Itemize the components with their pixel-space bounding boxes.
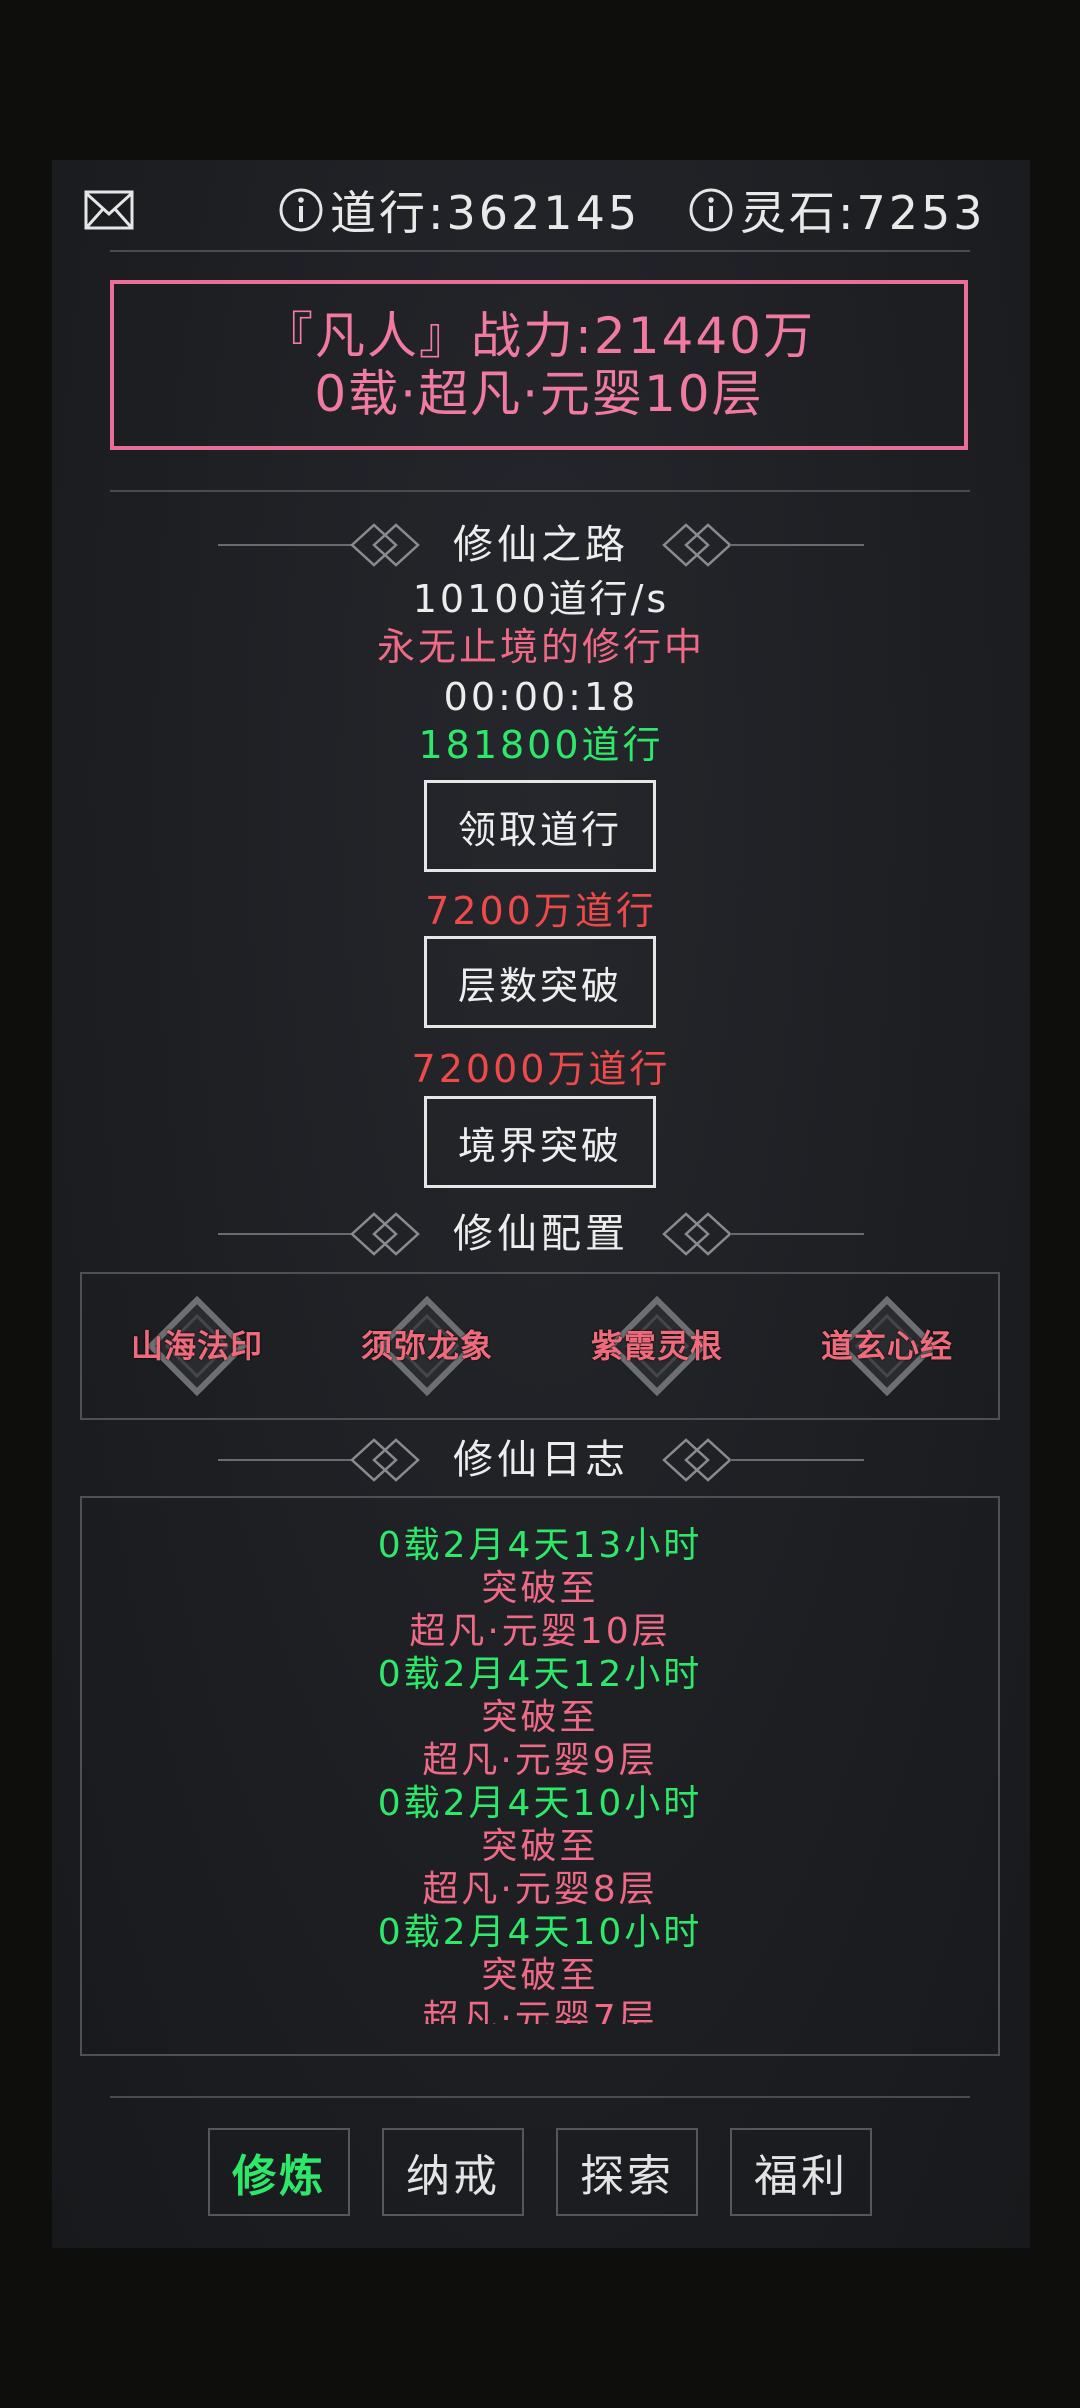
config-label: 道玄心经	[820, 1327, 953, 1365]
game-panel: 道行:362145 灵石:7253 『凡人』战力:21440万 0载·超凡·元婴…	[52, 160, 1030, 2248]
cultivation-status: 永无止境的修行中	[376, 625, 705, 669]
config-item-scripture[interactable]: 道玄心经	[772, 1274, 1002, 1418]
spirit-stone-value: 灵石:7253	[740, 186, 986, 240]
info-icon[interactable]	[688, 187, 734, 233]
config-label: 须弥龙象	[360, 1327, 493, 1365]
log-action: 突破至	[481, 1568, 599, 1609]
log-time: 0载2月4天10小时	[377, 1783, 703, 1824]
nav-welfare[interactable]: 福利	[730, 2128, 872, 2216]
layer-cost: 7200万道行	[425, 889, 657, 933]
realm-breakthrough-button[interactable]: 境界突破	[424, 1096, 656, 1188]
log-action: 突破至	[481, 1955, 599, 1996]
dao-value: 道行:362145	[330, 186, 641, 240]
collect-dao-button[interactable]: 领取道行	[424, 780, 656, 872]
log-result: 超凡·元婴8层	[422, 1869, 658, 1910]
section-title: 修仙日志	[453, 1437, 629, 1483]
config-item-root[interactable]: 紫霞灵根	[542, 1274, 772, 1418]
divider	[110, 490, 970, 492]
log-result: 超凡·元婴7层	[422, 1998, 658, 2024]
realm-cost: 72000万道行	[411, 1047, 671, 1091]
nav-cultivate[interactable]: 修炼	[208, 2128, 350, 2216]
config-item-seal[interactable]: 山海法印	[82, 1274, 312, 1418]
realm-level: 0载·超凡·元婴10层	[314, 365, 764, 423]
config-item-dragon[interactable]: 须弥龙象	[312, 1274, 542, 1418]
log-result: 超凡·元婴9层	[422, 1740, 658, 1781]
layer-breakthrough-button[interactable]: 层数突破	[424, 936, 656, 1028]
section-header-cultivation: 修仙之路	[52, 515, 1030, 575]
nav-explore[interactable]: 探索	[556, 2128, 698, 2216]
divider	[110, 250, 970, 252]
pending-dao: 181800道行	[418, 723, 664, 767]
log-result: 超凡·元婴10层	[409, 1611, 671, 1652]
log-panel[interactable]: 0载2月4天13小时 突破至 超凡·元婴10层 0载2月4天12小时 突破至 超…	[80, 1496, 1000, 2056]
section-title: 修仙之路	[453, 522, 629, 568]
realm-box: 『凡人』战力:21440万 0载·超凡·元婴10层	[110, 280, 968, 450]
nav-ring[interactable]: 纳戒	[382, 2128, 524, 2216]
cultivation-timer: 00:00:18	[443, 675, 639, 719]
cultivation-rate: 10100道行/s	[412, 577, 670, 621]
section-header-config: 修仙配置	[52, 1204, 1030, 1264]
config-panel: 山海法印 须弥龙象 紫霞灵根 道玄心经	[80, 1272, 1000, 1420]
log-time: 0载2月4天13小时	[377, 1525, 703, 1566]
config-label: 紫霞灵根	[590, 1327, 723, 1365]
log-list[interactable]: 0载2月4天13小时 突破至 超凡·元婴10层 0载2月4天12小时 突破至 超…	[82, 1524, 998, 2024]
divider	[110, 2096, 970, 2098]
log-action: 突破至	[481, 1826, 599, 1867]
spirit-stone-stat[interactable]: 灵石:7253	[688, 180, 986, 240]
mail-icon[interactable]	[84, 190, 134, 230]
config-label: 山海法印	[130, 1327, 263, 1365]
log-action: 突破至	[481, 1697, 599, 1738]
dao-stat[interactable]: 道行:362145	[278, 180, 640, 240]
log-time: 0载2月4天10小时	[377, 1912, 703, 1953]
section-title: 修仙配置	[453, 1211, 629, 1257]
info-icon[interactable]	[278, 187, 324, 233]
combat-power: 『凡人』战力:21440万	[263, 307, 815, 365]
log-time: 0载2月4天12小时	[377, 1654, 703, 1695]
section-header-log: 修仙日志	[52, 1430, 1030, 1490]
